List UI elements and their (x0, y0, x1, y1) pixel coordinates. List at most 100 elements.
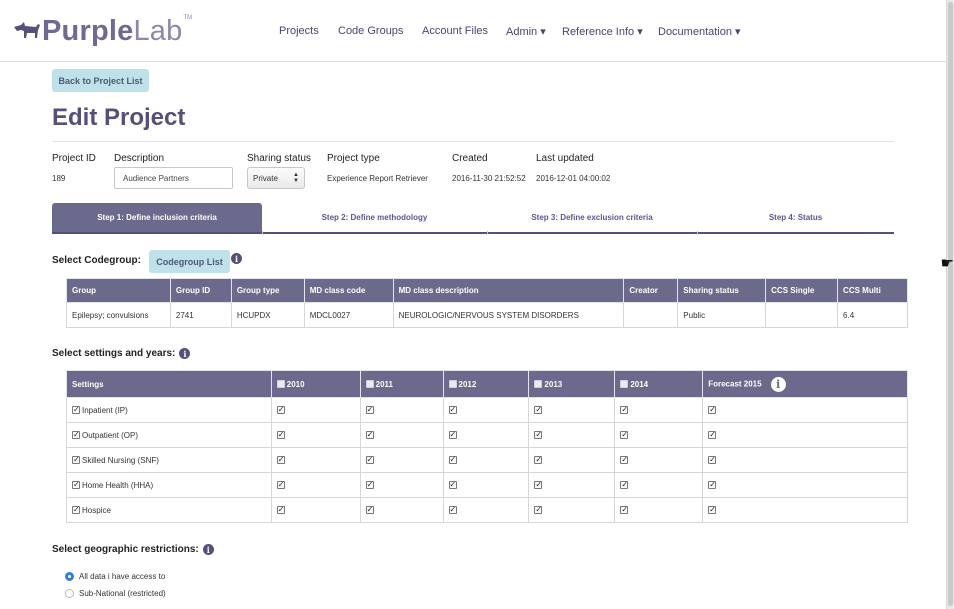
year-checkbox[interactable] (534, 480, 543, 490)
setting-cell[interactable]: Skilled Nursing (SNF) (66, 447, 272, 473)
codegroup-list-button[interactable]: Codegroup List (149, 250, 230, 273)
scrollbar-thumb[interactable] (948, 2, 953, 606)
tab-step-2[interactable]: Step 2: Define methodology (262, 203, 487, 234)
year-checkbox[interactable] (365, 455, 374, 465)
year-cell (359, 397, 444, 423)
col-group: Group (66, 278, 171, 303)
nav-projects[interactable]: Projects (279, 25, 338, 38)
setting-cell[interactable]: Inpatient (IP) (66, 397, 272, 423)
forecast-checkbox[interactable] (708, 430, 717, 440)
mouse-cursor-icon: ☛ (940, 255, 954, 272)
year-checkbox[interactable] (365, 405, 374, 415)
year-checkbox[interactable] (534, 455, 543, 465)
col-creator: Creator (623, 278, 679, 303)
info-icon[interactable]: i (231, 253, 242, 264)
forecast-checkbox[interactable] (708, 405, 717, 415)
year-checkbox[interactable] (448, 455, 457, 465)
year-cell (528, 472, 616, 498)
back-to-project-list-button[interactable]: Back to Project List (52, 69, 149, 92)
sharing-status-select[interactable]: Private ▲ ▼ (247, 167, 305, 189)
geo-option-sub-national[interactable]: Sub-National (restricted) (65, 589, 166, 598)
year-checkbox[interactable] (534, 405, 543, 415)
vertical-scrollbar[interactable] (946, 0, 954, 609)
col-year-2013[interactable]: 2013 (528, 370, 616, 398)
setting-cell[interactable]: Hospice (66, 497, 272, 523)
setting-checkbox[interactable] (72, 455, 80, 465)
info-icon[interactable]: i (179, 348, 191, 359)
cell-ccs-single (765, 302, 839, 328)
geo-option-all-data[interactable]: All data i have access to (65, 572, 165, 581)
forecast-checkbox[interactable] (708, 480, 717, 490)
forecast-checkbox[interactable] (708, 455, 717, 465)
table-row[interactable]: Epilepsy; convulsions 2741 HCUPDX MDCL00… (66, 302, 908, 328)
year-checkbox[interactable] (620, 430, 629, 440)
tab-step-1[interactable]: Step 1: Define inclusion criteria (52, 203, 262, 234)
select-all-2012-checkbox[interactable] (448, 379, 457, 388)
year-checkbox[interactable] (365, 480, 374, 490)
setting-checkbox[interactable] (72, 430, 80, 440)
col-year-2011[interactable]: 2011 (359, 370, 444, 398)
year-checkbox[interactable] (620, 505, 629, 515)
col-year-2010[interactable]: 2010 (270, 370, 361, 398)
year-checkbox[interactable] (620, 455, 629, 465)
nav-reference-info-dropdown[interactable]: Reference Info ▾ (562, 25, 658, 38)
year-checkbox[interactable] (448, 480, 457, 490)
year-checkbox[interactable] (448, 405, 457, 415)
nav-code-groups[interactable]: Code Groups (338, 25, 422, 38)
radio-button[interactable] (65, 589, 74, 598)
col-ccs-multi: CCS Multi (837, 278, 908, 303)
setting-checkbox[interactable] (72, 480, 80, 490)
year-cell (442, 422, 530, 448)
year-checkbox[interactable] (448, 430, 457, 440)
radio-label: Sub-National (restricted) (79, 589, 166, 598)
cell-ccs-multi: 6.4 (837, 302, 908, 328)
year-cell (270, 472, 361, 498)
year-checkbox[interactable] (534, 505, 543, 515)
year-checkbox[interactable] (620, 405, 629, 415)
nav-documentation-dropdown[interactable]: Documentation ▾ (658, 25, 748, 38)
info-icon[interactable]: i (770, 376, 786, 392)
nav-admin-dropdown[interactable]: Admin ▾ (506, 25, 562, 38)
year-checkbox[interactable] (448, 505, 457, 515)
select-all-2014-checkbox[interactable] (620, 379, 629, 388)
description-input[interactable] (114, 167, 233, 189)
col-year-2014[interactable]: 2014 (614, 370, 704, 398)
col-md-class-description: MD class description (392, 278, 625, 303)
year-checkbox[interactable] (276, 430, 285, 440)
year-cell (359, 472, 444, 498)
cell-sharing-status: Public (677, 302, 767, 328)
year-label: 2013 (544, 379, 563, 389)
year-checkbox[interactable] (276, 455, 285, 465)
forecast-checkbox[interactable] (708, 505, 717, 515)
cell-creator (623, 302, 679, 328)
select-all-2011-checkbox[interactable] (365, 379, 374, 388)
setting-checkbox[interactable] (72, 405, 80, 415)
info-icon[interactable]: i (202, 544, 214, 555)
year-checkbox[interactable] (276, 480, 285, 490)
year-checkbox[interactable] (276, 405, 285, 415)
created-value: 2016-11-30 21:52:52 (452, 174, 526, 183)
tab-step-4[interactable]: Step 4: Status (697, 203, 894, 234)
year-checkbox[interactable] (365, 505, 374, 515)
year-label: 2012 (458, 379, 477, 389)
year-checkbox[interactable] (365, 430, 374, 440)
year-checkbox[interactable] (620, 480, 629, 490)
setting-cell[interactable]: Outpatient (OP) (66, 422, 272, 448)
year-checkbox[interactable] (276, 505, 285, 515)
radio-button[interactable] (65, 572, 74, 581)
year-cell (442, 447, 530, 473)
tab-step-3[interactable]: Step 3: Define exclusion criteria (487, 203, 697, 234)
select-all-2013-checkbox[interactable] (534, 379, 543, 388)
nav-account-files[interactable]: Account Files (422, 25, 506, 38)
setting-checkbox[interactable] (72, 505, 80, 515)
setting-cell[interactable]: Home Health (HHA) (66, 472, 272, 498)
forecast-cell (702, 472, 908, 498)
select-all-2010-checkbox[interactable] (276, 379, 285, 388)
year-checkbox[interactable] (534, 430, 543, 440)
purplelab-logo[interactable]: PurpleLab TM (12, 13, 192, 49)
year-cell (442, 497, 530, 523)
project-id-value: 189 (52, 174, 66, 183)
last-updated-value: 2016-12-01 04:00:02 (536, 174, 611, 183)
forecast-cell (702, 397, 908, 423)
col-year-2012[interactable]: 2012 (442, 370, 530, 398)
